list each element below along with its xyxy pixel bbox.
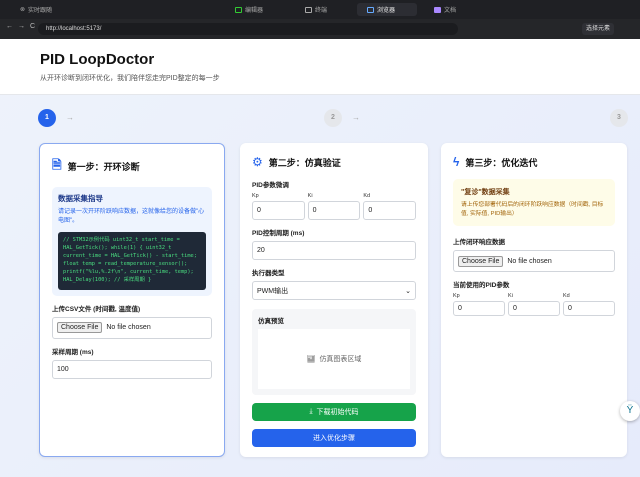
follow-toggle[interactable]: ⊗ 实时跟随 bbox=[20, 5, 52, 14]
arrow-icon: → bbox=[66, 113, 74, 122]
card-step1: 🗎 第一步：开环诊断 数据采集指导 请记录一次开环阶跃响应数据，这就像给您的设备做… bbox=[39, 143, 225, 457]
sample-period-input[interactable]: 100 bbox=[52, 359, 212, 379]
tab-docs[interactable]: 文档 bbox=[424, 3, 466, 16]
current-kp-input[interactable]: 0 bbox=[453, 301, 505, 317]
docs-icon bbox=[434, 6, 441, 13]
chart-area: 📊︎ 仿真图表区域 bbox=[258, 329, 410, 389]
actuator-select[interactable]: PWM输出 ⌄ bbox=[252, 281, 416, 300]
browser-icon bbox=[367, 6, 374, 13]
terminal-icon bbox=[305, 6, 312, 13]
closed-loop-file-input[interactable]: Choose File No file chosen bbox=[453, 250, 615, 273]
download-code-button[interactable]: ⤓ 下载初始代码 bbox=[252, 403, 416, 421]
page-title: PID LoopDoctor bbox=[40, 51, 155, 68]
kd-input[interactable]: 0 bbox=[363, 201, 417, 220]
tab-editor[interactable]: 编辑器 bbox=[225, 3, 273, 16]
gear-icon: ⚙ bbox=[252, 155, 263, 169]
app-topbar: ⊗ 实时跟随 编辑器 终端 浏览器 文档 bbox=[0, 0, 640, 19]
step-3-indicator[interactable]: 3 bbox=[610, 109, 628, 127]
current-ki-input[interactable]: 0 bbox=[508, 301, 560, 317]
preview-box: 仿真预览 📊︎ 仿真图表区域 bbox=[252, 309, 416, 395]
document-icon: 🗎 bbox=[52, 158, 62, 172]
code-sample: // STM32示例代码 uint32_t start_time = HAL_G… bbox=[58, 232, 206, 290]
follow-icon: ⊗ bbox=[20, 7, 26, 13]
ki-input[interactable]: 0 bbox=[307, 201, 361, 220]
chevron-down-icon: ⌄ bbox=[405, 287, 411, 295]
tab-terminal[interactable]: 终端 bbox=[295, 3, 337, 16]
assistant-fab[interactable]: Ÿ bbox=[620, 401, 640, 421]
current-kd-input[interactable]: 0 bbox=[563, 301, 615, 317]
page-header: PID LoopDoctor 从开环诊断到闭环优化，我们陪伴您走完PID整定的每… bbox=[0, 39, 640, 95]
page: PID LoopDoctor 从开环诊断到闭环优化，我们陪伴您走完PID整定的每… bbox=[0, 39, 640, 477]
next-step-button[interactable]: 进入优化步骤 bbox=[252, 429, 416, 447]
card-step3: ϟ 第三步：优化迭代 "复诊"数据采集 请上传您部署代码后的闭环阶跃响应数据（时间… bbox=[441, 143, 627, 457]
notice-box: "复诊"数据采集 请上传您部署代码后的闭环阶跃响应数据（时间戳, 目标值, 实际… bbox=[453, 179, 615, 227]
card-step2: ⚙ 第二步：仿真验证 PID参数微调 Kp 0 Ki 0 Kd 0 PID控制周期 (m… bbox=[240, 143, 428, 457]
page-subtitle: 从开环诊断到闭环优化，我们陪伴您走完PID整定的每一步 bbox=[40, 75, 220, 82]
csv-file-input[interactable]: Choose File No file chosen bbox=[52, 316, 212, 339]
step-2-indicator[interactable]: 2 bbox=[324, 109, 342, 127]
editor-icon bbox=[235, 6, 242, 13]
bar-chart-icon: 📊︎ bbox=[306, 356, 316, 363]
step-1-indicator[interactable]: 1 bbox=[38, 109, 56, 127]
download-icon: ⤓ bbox=[309, 408, 313, 415]
guide-box: 数据采集指导 请记录一次开环阶跃响应数据，这就像给您的设备做"心电图"。 // … bbox=[52, 187, 212, 296]
forward-icon[interactable]: → bbox=[18, 23, 25, 30]
reload-icon[interactable]: C bbox=[30, 23, 35, 30]
arrow-icon: → bbox=[352, 113, 360, 122]
tab-browser[interactable]: 浏览器 bbox=[357, 3, 417, 16]
address-bar: ← → C http://localhost:5173/ 选择元素 bbox=[0, 19, 640, 39]
lightning-icon: ϟ bbox=[453, 155, 460, 169]
pick-element-button[interactable]: 选择元素 bbox=[582, 23, 615, 35]
kp-input[interactable]: 0 bbox=[252, 201, 305, 220]
back-icon[interactable]: ← bbox=[6, 23, 13, 30]
control-period-input[interactable]: 20 bbox=[252, 241, 416, 260]
url-input[interactable]: http://localhost:5173/ bbox=[38, 23, 458, 35]
